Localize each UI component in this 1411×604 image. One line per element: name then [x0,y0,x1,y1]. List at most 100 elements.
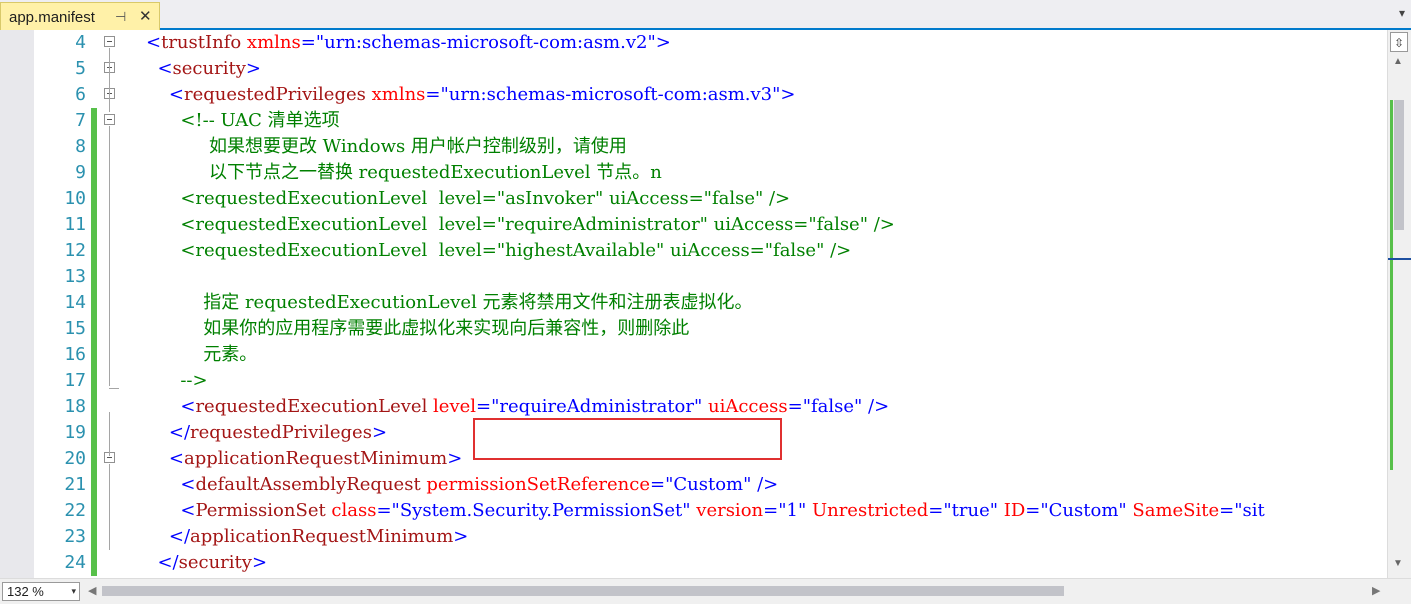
changed-marker [91,186,97,212]
changed-marker [91,420,97,446]
line-number: 15 [64,318,86,339]
horizontal-scroll-thumb[interactable] [102,586,1064,596]
line-number: 12 [64,240,86,261]
collapse-icon[interactable] [104,36,115,47]
code-text: <trustInfo xmlns="urn:schemas-microsoft-… [146,32,671,53]
line-number: 14 [64,292,86,313]
code-line[interactable]: 6 <requestedPrivileges xmlns="urn:schema… [0,82,1387,108]
changed-marker [91,108,97,134]
comment-text: <requestedExecutionLevel level="requireA… [180,214,895,235]
code-text: </requestedPrivileges> [168,422,388,443]
scroll-right-icon[interactable]: ▶ [1372,584,1380,597]
vertical-scrollbar[interactable]: ⇳ ▲ ▼ [1387,30,1411,578]
bottom-bar: 132 % ▾ ◀ ▶ [0,578,1411,604]
code-line[interactable]: 13 [0,264,1387,290]
line-number: 21 [64,474,86,495]
split-icon[interactable]: ⇳ [1390,32,1408,52]
scroll-left-icon[interactable]: ◀ [88,584,96,597]
code-text: <PermissionSet class="System.Security.Pe… [180,500,1265,521]
changed-marker [91,134,97,160]
changed-marker [91,212,97,238]
comment-text: 如果你的应用程序需要此虚拟化来实现向后兼容性，则删除此 [203,318,690,339]
code-text: <defaultAssemblyRequest permissionSetRef… [180,474,779,495]
code-editor[interactable]: 4 <trustInfo xmlns="urn:schemas-microsof… [0,30,1387,578]
pin-icon[interactable]: ⊣ [115,9,126,25]
code-line[interactable]: 8 如果想要更改 Windows 用户帐户控制级别，请使用 [0,134,1387,160]
highlight-box [473,418,782,460]
changed-marker [91,524,97,550]
code-line[interactable]: 5 <security> [0,56,1387,82]
code-line[interactable]: 21 <defaultAssemblyRequest permissionSet… [0,472,1387,498]
line-number: 9 [75,162,86,183]
document-tab-bar: app.manifest ⊣ ✕ ▾ [0,0,1411,30]
scroll-down-icon[interactable]: ▼ [1393,558,1403,569]
code-line[interactable]: 16 元素。 [0,342,1387,368]
code-line[interactable]: 11 <requestedExecutionLevel level="requi… [0,212,1387,238]
comment-text: 元素。 [203,344,258,365]
code-line[interactable]: 18 <requestedExecutionLevel level="requi… [0,394,1387,420]
outline-guide [109,412,110,456]
outline-guide [109,126,110,386]
close-icon[interactable]: ✕ [139,7,152,25]
outline-guide [109,464,110,550]
changed-marker [91,446,97,472]
line-number: 18 [64,396,86,417]
line-number: 13 [64,266,86,287]
comment-text: 如果想要更改 Windows 用户帐户控制级别，请使用 [208,136,627,157]
code-line[interactable]: 17 --> [0,368,1387,394]
code-text: <requestedExecutionLevel level="requireA… [180,396,890,417]
changed-marker [91,550,97,576]
code-text: <requestedPrivileges xmlns="urn:schemas-… [168,84,796,105]
tab-dropdown-icon[interactable]: ▾ [1399,6,1405,20]
caret-position-marker [1388,258,1411,260]
changed-marker [91,238,97,264]
line-number: 10 [64,188,86,209]
code-text: <applicationRequestMinimum> [168,448,463,469]
zoom-value: 132 % [7,584,44,599]
code-text: <security> [157,58,261,79]
tab-title: app.manifest [9,9,95,26]
changed-marker [91,394,97,420]
code-line[interactable]: 14 指定 requestedExecutionLevel 元素将禁用文件和注册… [0,290,1387,316]
comment-text: <requestedExecutionLevel level="highestA… [180,240,852,261]
comment-text: --> [180,370,208,391]
comment-text: <!-- UAC 清单选项 [180,110,340,131]
line-number: 23 [64,526,86,547]
comment-text: <requestedExecutionLevel level="asInvoke… [180,188,791,209]
code-line[interactable]: 22 <PermissionSet class="System.Security… [0,498,1387,524]
line-number: 7 [75,110,86,131]
code-line[interactable]: 9 以下节点之一替换 requestedExecutionLevel 节点。n [0,160,1387,186]
line-number: 20 [64,448,86,469]
vertical-scroll-thumb[interactable] [1394,100,1404,230]
code-text: </applicationRequestMinimum> [168,526,469,547]
code-line[interactable]: 15 如果你的应用程序需要此虚拟化来实现向后兼容性，则删除此 [0,316,1387,342]
code-line[interactable]: 24 </security> [0,550,1387,576]
code-line[interactable]: 7 <!-- UAC 清单选项 [0,108,1387,134]
changed-marker [91,498,97,524]
code-line[interactable]: 23 </applicationRequestMinimum> [0,524,1387,550]
changed-marker [91,342,97,368]
code-line[interactable]: 4 <trustInfo xmlns="urn:schemas-microsof… [0,30,1387,56]
line-number: 4 [75,32,86,53]
line-number: 5 [75,58,86,79]
comment-text: 以下节点之一替换 requestedExecutionLevel 节点。n [208,162,662,183]
changed-marker [91,160,97,186]
zoom-select[interactable]: 132 % ▾ [2,582,80,601]
scroll-up-icon[interactable]: ▲ [1393,56,1403,67]
collapse-icon[interactable] [104,114,115,125]
code-line[interactable]: 10 <requestedExecutionLevel level="asInv… [0,186,1387,212]
line-number: 17 [64,370,86,391]
line-number: 19 [64,422,86,443]
tab-app-manifest[interactable]: app.manifest ⊣ ✕ [0,2,160,30]
line-number: 16 [64,344,86,365]
outline-guide [109,388,119,389]
line-number: 24 [64,552,86,573]
line-number: 6 [75,84,86,105]
changed-marker [91,472,97,498]
line-number: 22 [64,500,86,521]
line-number: 11 [64,214,86,235]
changed-marker [91,264,97,290]
chevron-down-icon[interactable]: ▾ [71,583,76,600]
code-line[interactable]: 12 <requestedExecutionLevel level="highe… [0,238,1387,264]
changed-marker [91,316,97,342]
